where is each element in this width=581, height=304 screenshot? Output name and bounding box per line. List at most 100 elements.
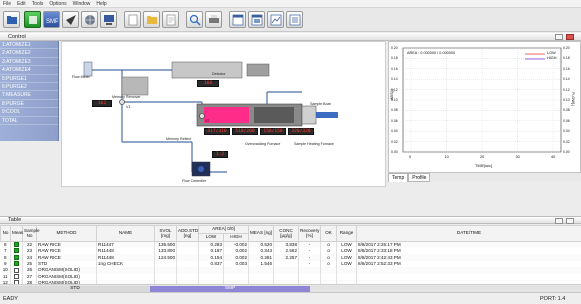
step-item[interactable]: 5:PURGE1	[0, 75, 58, 83]
y-tick-label-right: 0.12	[563, 87, 570, 92]
y-tick-label-right: 0.10	[563, 98, 570, 102]
menu-window[interactable]: Window	[73, 1, 91, 7]
step-item[interactable]: 9:COOL	[0, 108, 58, 117]
step-list: 1:ATOMIZE1 2:ATOMIZE2 3:ATOMIZE3 4:ATOMI…	[0, 41, 59, 141]
meas-checkbox[interactable]	[14, 242, 19, 248]
col-name[interactable]: NAME	[96, 225, 155, 242]
col-recovery[interactable]: Recovery [%]	[298, 225, 322, 242]
memory-remover-label: Memory Remover	[112, 95, 141, 99]
col-area-high[interactable]: HIGH	[222, 233, 250, 242]
y-tick-label-right: 0.02	[563, 139, 570, 144]
meas-checkbox[interactable]	[14, 254, 19, 260]
table-header-row: No Meas Sample No METHOD NAME SVOL [mg] …	[0, 225, 581, 242]
preview-icon	[189, 14, 201, 26]
col-method[interactable]: METHOD	[36, 225, 97, 242]
open-button[interactable]	[3, 11, 20, 28]
folder-button[interactable]	[143, 11, 160, 28]
table-restore-button[interactable]	[566, 218, 574, 224]
blank-button[interactable]	[124, 11, 141, 28]
meas-checkbox[interactable]	[14, 248, 19, 254]
col-conc[interactable]: CONC [μg/g]	[273, 225, 300, 242]
col-sample-no[interactable]: Sample No	[22, 225, 40, 242]
y-tick-label: 0.10	[391, 98, 398, 102]
menu-tools[interactable]: Tools	[32, 1, 44, 7]
signal-graph: AREA : 0.000000 / 0.000000 LOW HIGH TIME…	[388, 41, 581, 173]
y-tick-label: 0.20	[391, 46, 398, 50]
memory-readout: 162	[92, 100, 112, 107]
meas-checkbox[interactable]	[14, 274, 19, 280]
x-tick-label: 10	[444, 155, 449, 159]
y-tick-label-right: 0.18	[563, 56, 570, 61]
y-tick-label: 0.00	[391, 150, 398, 154]
sample-heating-label: Sample Heating Furnace	[294, 142, 334, 146]
step-item[interactable]: 3:ATOMIZE3	[0, 58, 58, 67]
legend-area-text: AREA : 0.000000 / 0.000000	[407, 51, 456, 55]
col-meas-value[interactable]: MEAS [ng]	[248, 225, 275, 242]
view-button-2[interactable]	[248, 11, 265, 28]
col-add-std[interactable]: ADD.STD [ng]	[176, 225, 199, 242]
x-tick-label: 0	[409, 155, 412, 159]
step-item[interactable]: 4:ATOMIZE4	[0, 66, 58, 75]
memory-reflect-label: Memory Reflect	[166, 137, 192, 141]
x-tick-label: 30	[515, 155, 520, 159]
open-icon	[7, 16, 17, 24]
col-area-low[interactable]: LOW	[198, 233, 224, 242]
temp-readout-4: 320/320	[288, 128, 314, 135]
legend-high-label: HIGH	[547, 56, 557, 60]
view2-icon	[251, 14, 263, 26]
y-tick-label: 0.06	[391, 118, 398, 123]
col-no[interactable]: No	[0, 225, 11, 242]
table-minimize-button[interactable]	[555, 218, 563, 224]
printer-icon	[209, 15, 219, 23]
tab-temp[interactable]: Temp	[388, 173, 409, 182]
y-tick-label-right: 0.14	[563, 77, 570, 82]
computer-button[interactable]	[100, 11, 117, 28]
step-item[interactable]: 7:MEASURE	[0, 91, 58, 100]
col-svol[interactable]: SVOL [mg]	[154, 225, 177, 242]
step-item[interactable]: 2:ATOMIZE2	[0, 49, 58, 58]
col-ok[interactable]: OK	[320, 225, 338, 242]
col-meas[interactable]: Meas	[10, 225, 23, 242]
globe-button[interactable]	[81, 11, 98, 28]
computer-icon	[104, 15, 114, 25]
table-panel-header: Table	[0, 216, 581, 224]
cell-svol: 133.800	[154, 248, 177, 255]
preview-button[interactable]	[186, 11, 203, 28]
col-datetime[interactable]: DATE/TIME	[356, 225, 581, 242]
stop-button[interactable]: SMP	[43, 11, 60, 28]
view-button-4[interactable]	[286, 11, 303, 28]
valve-v1-label: V1	[126, 105, 131, 109]
step-item[interactable]: 1:ATOMIZE1	[0, 41, 58, 50]
tab-profile[interactable]: Profile	[408, 173, 431, 182]
col-area[interactable]: AREA[ 0/0]	[197, 225, 250, 234]
step-item[interactable]: 6:PURGE2	[0, 83, 58, 92]
step-item[interactable]: 8:PURGE	[0, 100, 58, 109]
start-button[interactable]	[24, 11, 41, 28]
legend-low-label: LOW	[547, 51, 556, 55]
document-button[interactable]	[162, 11, 179, 28]
meas-checkbox[interactable]	[14, 261, 19, 267]
globe-icon	[85, 15, 95, 25]
pen-button[interactable]	[62, 11, 79, 28]
view-button-3[interactable]	[267, 11, 284, 28]
col-range[interactable]: Range	[336, 225, 358, 242]
pen-icon	[66, 15, 76, 25]
menu-help[interactable]: Help	[96, 1, 106, 7]
results-table: No Meas Sample No METHOD NAME SVOL [mg] …	[0, 225, 581, 293]
menu-edit[interactable]: Edit	[17, 1, 26, 7]
minimize-button[interactable]	[555, 34, 563, 40]
close-button[interactable]	[566, 34, 574, 40]
y-tick-label-right: 0.00	[563, 150, 570, 154]
control-title: Control	[8, 33, 26, 40]
toolbar: SMP	[0, 8, 581, 32]
meas-checkbox[interactable]	[14, 267, 19, 273]
y-tick-label: 0.04	[391, 129, 398, 134]
printer-button[interactable]	[205, 11, 222, 28]
view-button-1[interactable]	[229, 11, 246, 28]
stop-icon: SMP	[46, 19, 58, 25]
view3-icon	[270, 14, 282, 26]
menu-file[interactable]: File	[3, 1, 11, 7]
y-tick-label: 0.16	[391, 66, 398, 71]
view4-icon	[289, 14, 301, 26]
menu-options[interactable]: Options	[49, 1, 66, 7]
